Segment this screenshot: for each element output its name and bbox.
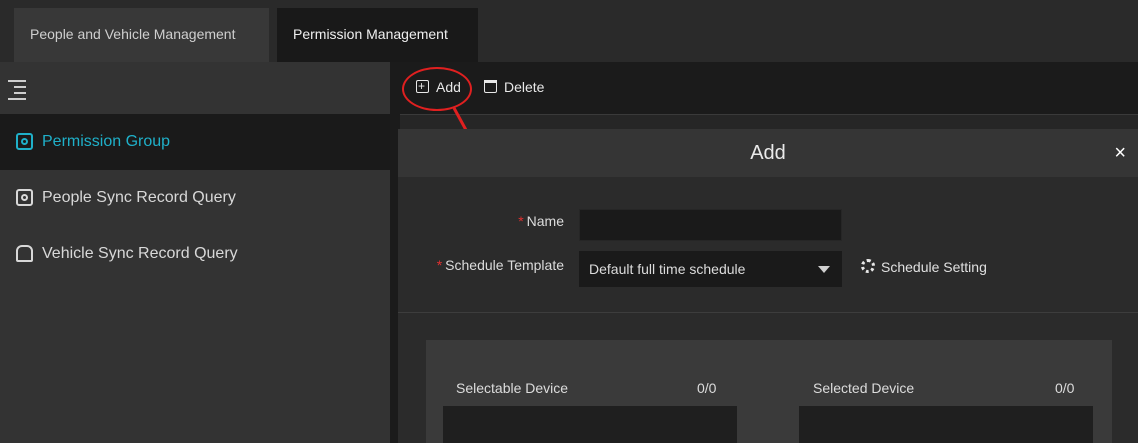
schedule-template-select[interactable]: Default full time schedule	[579, 251, 842, 287]
delete-button[interactable]: Delete	[484, 76, 544, 98]
schedule-template-label: * Schedule Template	[436, 257, 564, 273]
selectable-device-count: 0/0	[697, 380, 717, 396]
sidebar: Permission Group People Sync Record Quer…	[0, 62, 390, 443]
top-tab-bar: People and Vehicle Management Permission…	[0, 0, 1138, 62]
schedule-template-value: Default full time schedule	[589, 261, 746, 277]
name-input[interactable]	[579, 209, 842, 241]
tab-permission-management[interactable]: Permission Management	[277, 8, 478, 62]
selected-device-title: Selected Device	[813, 380, 915, 396]
selected-device-list[interactable]	[799, 406, 1093, 443]
close-icon[interactable]: ×	[1114, 129, 1126, 177]
vehicle-sync-icon	[16, 245, 33, 262]
sidebar-item-vehicle-sync-record-query[interactable]: Vehicle Sync Record Query	[0, 226, 390, 282]
annotation-circle	[402, 67, 472, 111]
chevron-down-icon	[818, 266, 830, 273]
permission-group-icon	[16, 133, 33, 150]
tab-people-vehicle-management[interactable]: People and Vehicle Management	[14, 8, 269, 62]
dialog-title: Add	[750, 142, 786, 164]
name-label: * Name	[518, 213, 564, 229]
divider	[398, 312, 1138, 313]
trash-icon	[484, 80, 497, 93]
gear-icon	[861, 259, 875, 273]
schedule-setting-label: Schedule Setting	[881, 259, 987, 275]
schedule-setting-button[interactable]: Schedule Setting	[861, 257, 987, 277]
add-dialog: Add × * Name * Schedule Template Default f…	[398, 129, 1138, 443]
delete-button-label: Delete	[504, 79, 545, 95]
people-sync-icon	[16, 189, 33, 206]
dialog-header: Add ×	[398, 129, 1138, 177]
device-transfer-panel: Selectable Device 0/0 Selected Device 0/…	[426, 340, 1112, 443]
selectable-device-title: Selectable Device	[456, 380, 569, 396]
sidebar-item-people-sync-record-query[interactable]: People Sync Record Query	[0, 170, 390, 226]
sidebar-item-permission-group[interactable]: Permission Group	[0, 114, 390, 170]
sidebar-item-label: Permission Group	[42, 133, 171, 150]
app-root: People and Vehicle Management Permission…	[0, 0, 1138, 443]
selectable-device-list[interactable]	[443, 406, 737, 443]
sidebar-item-label: Vehicle Sync Record Query	[42, 245, 238, 262]
menu-collapse-icon[interactable]	[8, 80, 26, 100]
sidebar-item-label: People Sync Record Query	[42, 189, 236, 206]
selected-device-count: 0/0	[1055, 380, 1075, 396]
required-mark: *	[518, 213, 524, 229]
required-mark: *	[436, 257, 443, 273]
